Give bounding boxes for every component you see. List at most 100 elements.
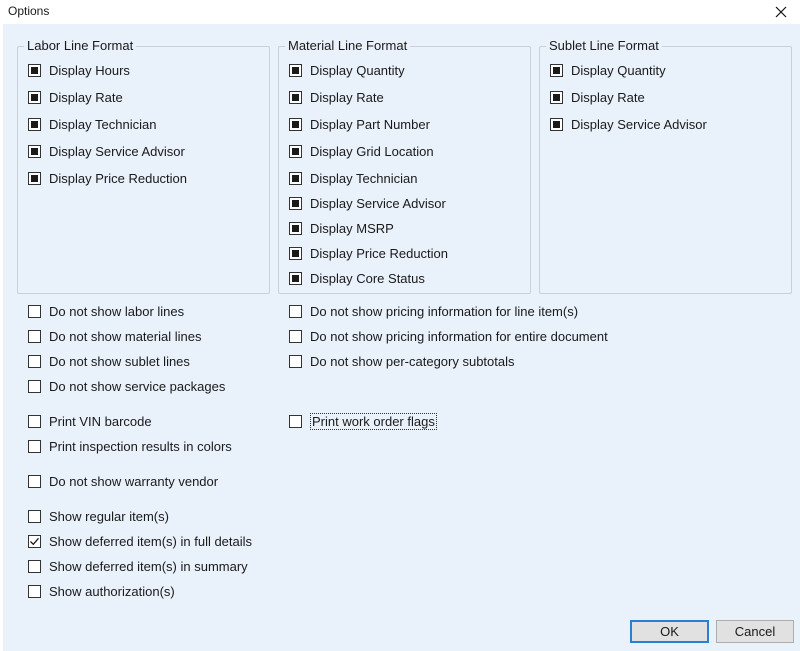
checkbox-indeterminate[interactable] (289, 221, 302, 235)
checkbox-label: Display Technician (49, 116, 157, 132)
sublet-group-title: Sublet Line Format (546, 38, 662, 54)
checkbox-unchecked[interactable] (28, 584, 41, 598)
checkbox-unchecked[interactable] (28, 329, 41, 343)
sublet-display-quantity-checkbox[interactable]: Display Quantity (550, 61, 666, 79)
close-button[interactable] (762, 0, 800, 24)
checkbox-indeterminate[interactable] (289, 90, 302, 104)
checkbox-label: Display Part Number (310, 116, 430, 132)
checkbox-checked[interactable] (28, 534, 41, 548)
checkbox-unchecked[interactable] (28, 379, 41, 393)
no-labor-lines-checkbox[interactable]: Do not show labor lines (28, 302, 184, 320)
labor-group-title: Labor Line Format (24, 38, 137, 54)
checkbox-unchecked[interactable] (289, 414, 302, 428)
no-pricing-line-items-checkbox[interactable]: Do not show pricing information for line… (289, 302, 578, 320)
cancel-button[interactable]: Cancel (716, 620, 794, 643)
show-authorizations-checkbox[interactable]: Show authorization(s) (28, 582, 175, 600)
title-bar: Options (0, 0, 800, 24)
checkbox-unchecked[interactable] (28, 354, 41, 368)
checkbox-label: Display Service Advisor (571, 116, 707, 132)
no-category-subtotals-checkbox[interactable]: Do not show per-category subtotals (289, 352, 515, 370)
checkbox-label: Do not show pricing information for line… (310, 303, 579, 319)
material-display-grid-location-checkbox[interactable]: Display Grid Location (289, 142, 434, 160)
checkbox-indeterminate[interactable] (289, 63, 302, 77)
checkbox-indeterminate[interactable] (28, 144, 41, 158)
checkbox-label: Display Price Reduction (49, 170, 188, 186)
checkbox-label: Display Quantity (310, 62, 405, 78)
checkbox-unchecked[interactable] (28, 414, 41, 428)
checkbox-indeterminate[interactable] (289, 196, 302, 210)
material-display-msrp-checkbox[interactable]: Display MSRP (289, 219, 394, 237)
checkbox-label: Do not show per-category subtotals (310, 353, 515, 369)
labor-display-technician-checkbox[interactable]: Display Technician (28, 115, 156, 133)
checkbox-unchecked[interactable] (289, 354, 302, 368)
checkbox-indeterminate[interactable] (550, 63, 563, 77)
checkbox-label: Display Service Advisor (49, 143, 185, 159)
labor-display-price-reduction-checkbox[interactable]: Display Price Reduction (28, 169, 187, 187)
material-group-title: Material Line Format (285, 38, 411, 54)
no-warranty-vendor-checkbox[interactable]: Do not show warranty vendor (28, 472, 218, 490)
checkbox-label: Display Rate (310, 89, 384, 105)
show-regular-items-checkbox[interactable]: Show regular item(s) (28, 507, 169, 525)
material-display-rate-checkbox[interactable]: Display Rate (289, 88, 384, 106)
sublet-display-service-advisor-checkbox[interactable]: Display Service Advisor (550, 115, 707, 133)
checkbox-label: Print inspection results in colors (49, 438, 232, 454)
print-vin-barcode-checkbox[interactable]: Print VIN barcode (28, 412, 152, 430)
checkbox-unchecked[interactable] (28, 304, 41, 318)
material-display-part-number-checkbox[interactable]: Display Part Number (289, 115, 430, 133)
sublet-display-rate-checkbox[interactable]: Display Rate (550, 88, 645, 106)
checkbox-indeterminate[interactable] (289, 171, 302, 185)
checkbox-label: Display Hours (49, 62, 130, 78)
no-sublet-lines-checkbox[interactable]: Do not show sublet lines (28, 352, 190, 370)
checkbox-indeterminate[interactable] (28, 117, 41, 131)
checkbox-indeterminate[interactable] (28, 63, 41, 77)
no-service-packages-checkbox[interactable]: Do not show service packages (28, 377, 225, 395)
show-deferred-summary-checkbox[interactable]: Show deferred item(s) in summary (28, 557, 248, 575)
checkbox-unchecked[interactable] (28, 439, 41, 453)
dialog-body: Labor Line Format Display Hours Display … (3, 24, 800, 651)
no-pricing-document-checkbox[interactable]: Do not show pricing information for enti… (289, 327, 608, 345)
checkbox-indeterminate[interactable] (550, 90, 563, 104)
checkbox-unchecked[interactable] (28, 509, 41, 523)
checkbox-indeterminate[interactable] (550, 117, 563, 131)
close-icon (775, 6, 787, 18)
checkbox-label: Display Core Status (310, 270, 425, 286)
checkbox-indeterminate[interactable] (289, 144, 302, 158)
checkbox-label: Do not show service packages (49, 378, 226, 394)
sublet-line-format-group: Sublet Line Format Display Quantity Disp… (539, 38, 792, 294)
checkbox-indeterminate[interactable] (289, 117, 302, 131)
checkbox-indeterminate[interactable] (289, 271, 302, 285)
checkbox-unchecked[interactable] (289, 329, 302, 343)
ok-button[interactable]: OK (630, 620, 709, 643)
checkbox-label: Display Price Reduction (310, 245, 449, 261)
labor-display-hours-checkbox[interactable]: Display Hours (28, 61, 130, 79)
print-work-order-flags-checkbox[interactable]: Print work order flags (289, 412, 437, 430)
material-display-technician-checkbox[interactable]: Display Technician (289, 169, 417, 187)
no-material-lines-checkbox[interactable]: Do not show material lines (28, 327, 201, 345)
checkbox-label: Do not show pricing information for enti… (310, 328, 608, 344)
material-display-core-status-checkbox[interactable]: Display Core Status (289, 269, 425, 287)
material-display-quantity-checkbox[interactable]: Display Quantity (289, 61, 405, 79)
checkbox-indeterminate[interactable] (289, 246, 302, 260)
checkbox-label: Display Technician (310, 170, 418, 186)
checkbox-unchecked[interactable] (28, 559, 41, 573)
checkbox-unchecked[interactable] (28, 474, 41, 488)
labor-display-service-advisor-checkbox[interactable]: Display Service Advisor (28, 142, 185, 160)
checkbox-label: Do not show labor lines (49, 303, 185, 319)
material-display-price-reduction-checkbox[interactable]: Display Price Reduction (289, 244, 448, 262)
labor-display-rate-checkbox[interactable]: Display Rate (28, 88, 123, 106)
print-inspection-colors-checkbox[interactable]: Print inspection results in colors (28, 437, 232, 455)
checkbox-label: Do not show material lines (49, 328, 202, 344)
material-line-format-group: Material Line Format Display Quantity Di… (278, 38, 531, 294)
checkbox-label: Display Rate (571, 89, 645, 105)
material-display-service-advisor-checkbox[interactable]: Display Service Advisor (289, 194, 446, 212)
checkbox-label: Show deferred item(s) in full details (49, 533, 253, 549)
checkbox-label: Print work order flags (310, 412, 437, 430)
checkbox-indeterminate[interactable] (28, 171, 41, 185)
checkbox-label: Display Quantity (571, 62, 666, 78)
show-deferred-full-checkbox[interactable]: Show deferred item(s) in full details (28, 532, 252, 550)
checkmark-icon (30, 537, 39, 545)
checkbox-label: Display Service Advisor (310, 195, 446, 211)
checkbox-label: Show authorization(s) (49, 583, 175, 599)
checkbox-unchecked[interactable] (289, 304, 302, 318)
checkbox-indeterminate[interactable] (28, 90, 41, 104)
